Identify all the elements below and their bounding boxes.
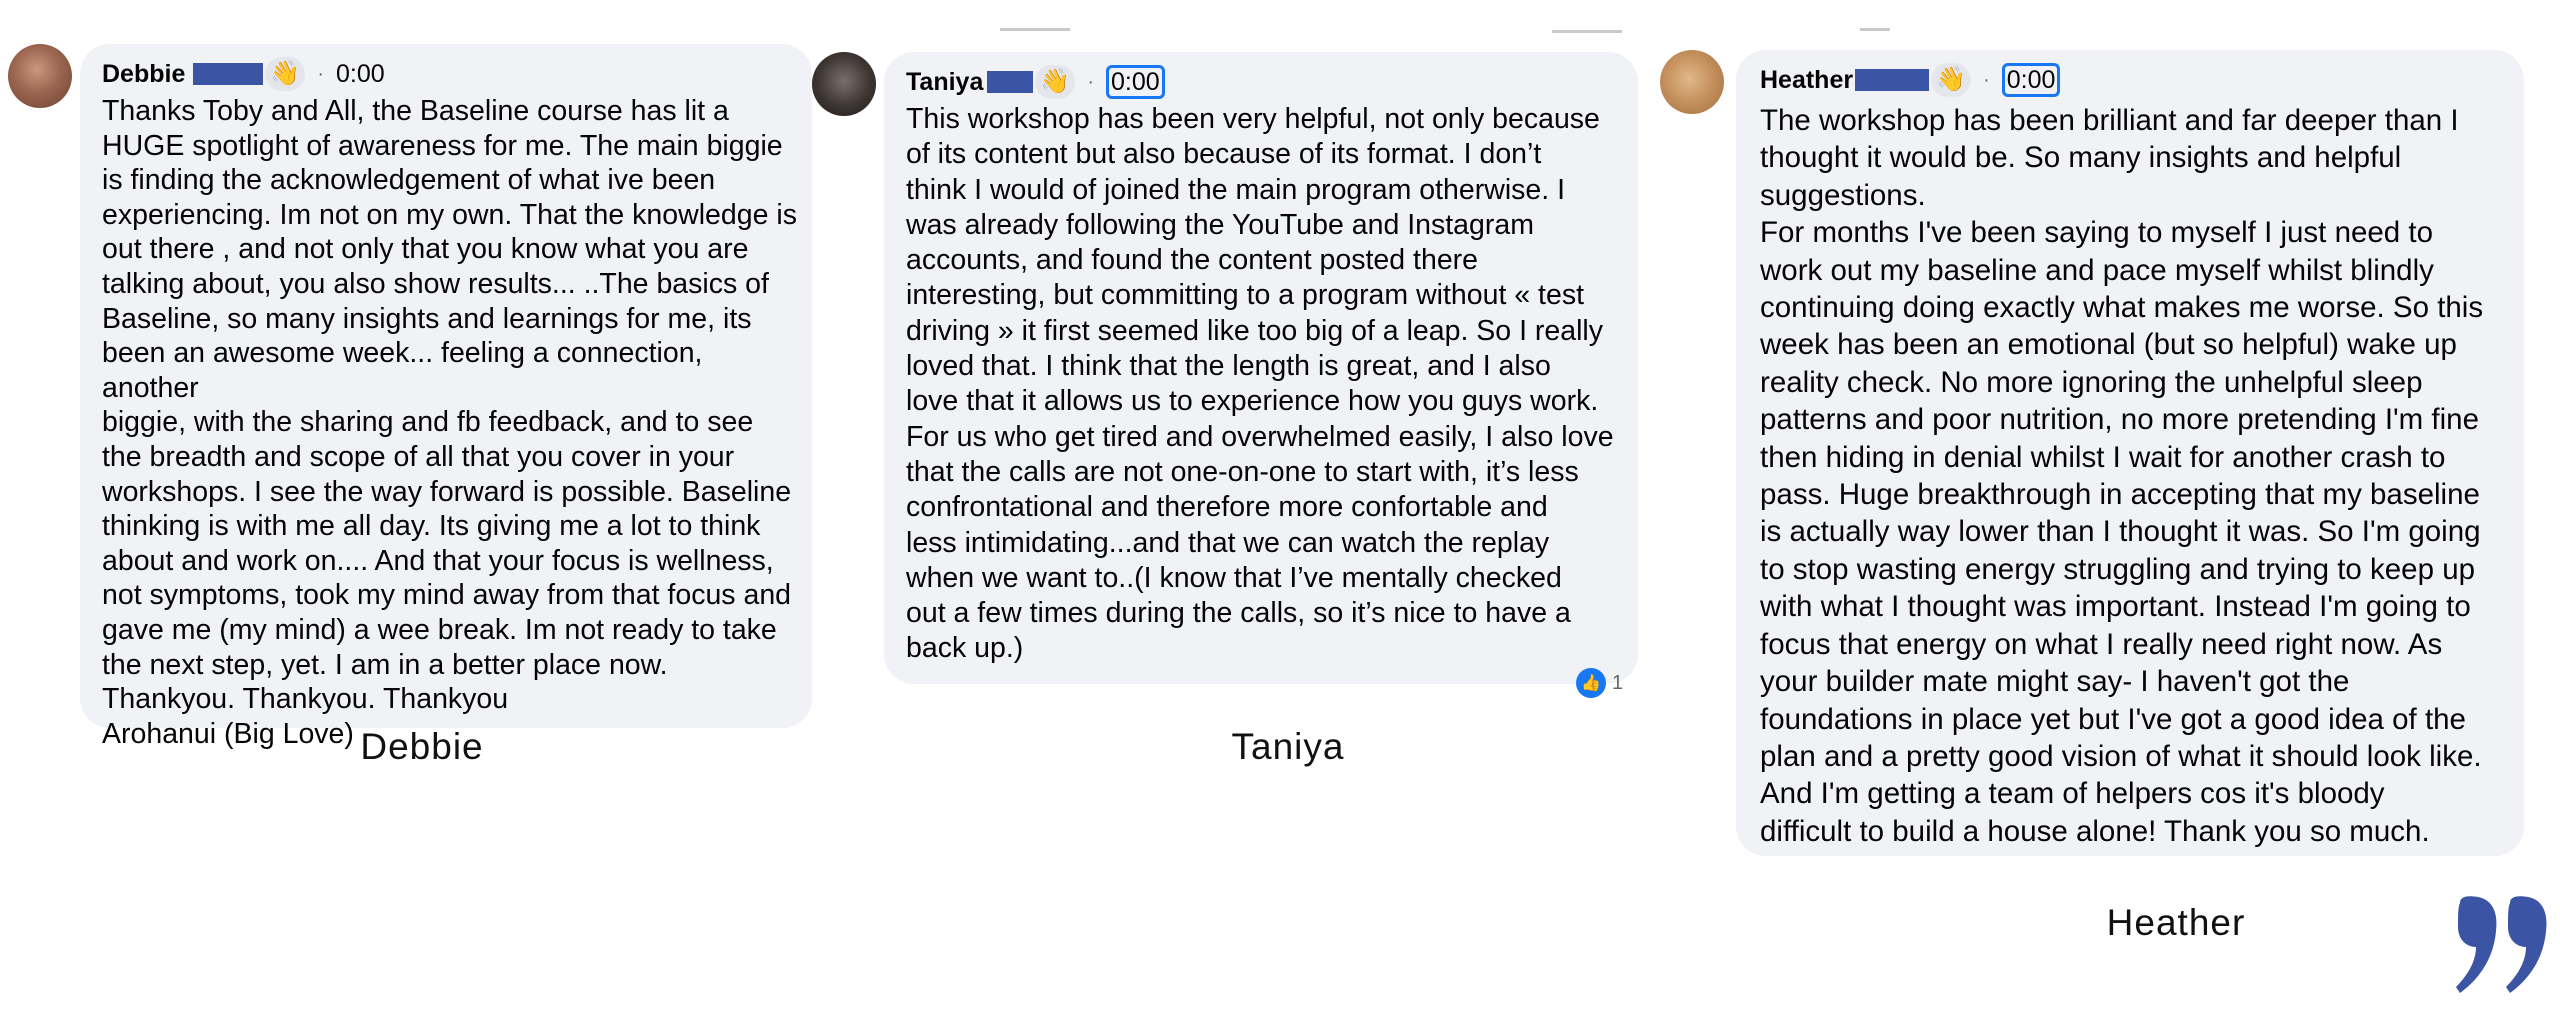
testimonial-caption: Debbie <box>360 726 484 767</box>
cropped-fragment <box>1552 30 1622 33</box>
redacted-surname <box>1855 69 1930 91</box>
separator-dot: · <box>1087 70 1095 93</box>
separator-dot: · <box>1983 68 1990 91</box>
reaction-count: 1 <box>1612 671 1624 694</box>
testimonial-caption: Heather <box>2106 902 2246 943</box>
commenter-name[interactable]: Heather <box>1760 66 1853 95</box>
reaction-summary[interactable]: 👍 1 <box>1576 668 1623 698</box>
quote-mark-icon <box>2456 896 2547 993</box>
redacted-surname <box>193 63 264 85</box>
testimonial-caption: Taniya <box>1231 726 1345 767</box>
cropped-fragment <box>1860 28 1890 31</box>
waving-hand-icon: 👋 <box>265 57 306 91</box>
avatar[interactable] <box>812 52 876 116</box>
cropped-fragment <box>1000 28 1070 31</box>
audio-timestamp[interactable]: 0:00 <box>2001 63 2061 97</box>
avatar[interactable] <box>8 44 72 108</box>
separator-dot: · <box>317 62 325 85</box>
waving-hand-icon: 👋 <box>1035 65 1076 99</box>
commenter-name[interactable]: Debbie <box>102 60 185 89</box>
audio-timestamp[interactable]: 0:00 <box>1106 65 1165 99</box>
avatar[interactable] <box>1660 50 1724 114</box>
like-icon: 👍 <box>1576 668 1606 698</box>
waving-hand-icon: 👋 <box>1931 63 1972 97</box>
redacted-surname <box>987 71 1034 93</box>
comment-text: Thanks Toby and All, the Baseline course… <box>102 95 797 750</box>
audio-timestamp[interactable]: 0:00 <box>336 60 385 89</box>
comment-header: Heather 👋 · 0:00 <box>1760 62 2061 98</box>
commenter-name[interactable]: Taniya <box>906 68 983 97</box>
comment-text: The workshop has been brilliant and far … <box>1760 104 2484 848</box>
comment-header: Debbie 👋 · 0:00 <box>102 56 385 92</box>
comment-header: Taniya 👋 · 0:00 <box>906 64 1165 100</box>
comment-text: This workshop has been very helpful, not… <box>906 103 1614 665</box>
